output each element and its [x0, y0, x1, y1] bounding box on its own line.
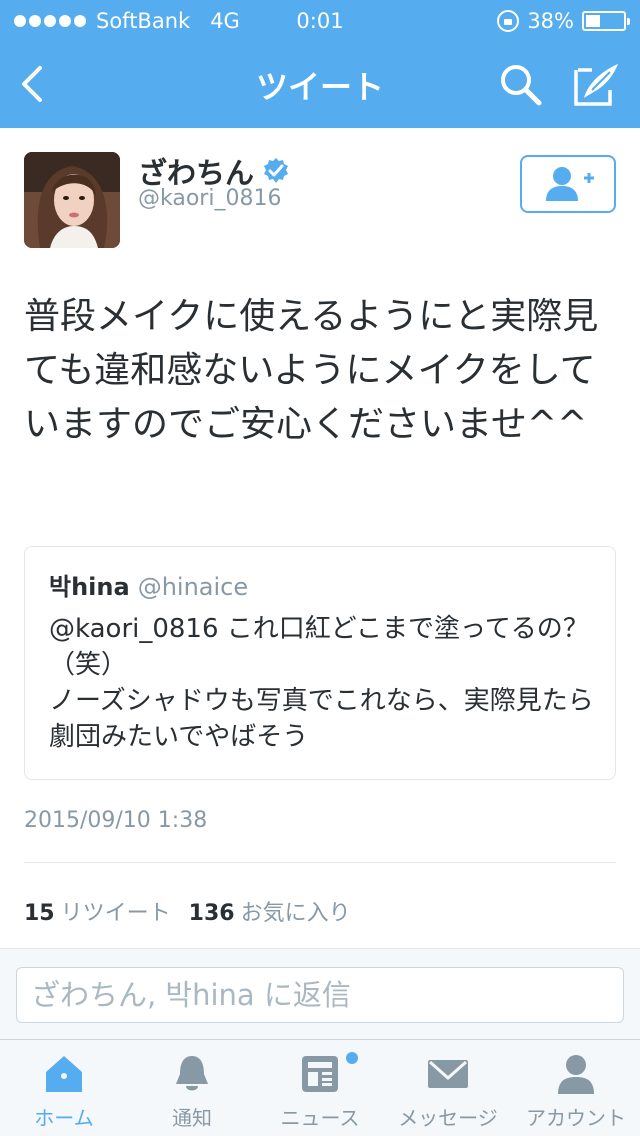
tab-account[interactable]: アカウント — [512, 1040, 640, 1136]
nav-bar: ツイート — [0, 42, 640, 128]
new-content-dot — [346, 1052, 358, 1064]
favorite-count: 136 — [188, 901, 235, 926]
favorite-stat[interactable]: 136 お気に入り — [189, 895, 351, 927]
battery-percentage: 38% — [527, 9, 574, 33]
verified-badge-icon — [264, 158, 289, 183]
avatar[interactable] — [24, 152, 120, 248]
home-icon — [46, 1056, 82, 1092]
reply-area — [0, 949, 640, 1039]
user-handle[interactable]: @kaori_0816 — [138, 186, 281, 211]
follow-button[interactable] — [520, 155, 616, 213]
top-bar: SoftBank 4G 0:01 38% ツイート — [0, 0, 640, 128]
news-icon — [302, 1056, 338, 1092]
add-user-icon — [546, 167, 594, 201]
retweet-count: 15 — [24, 901, 55, 926]
tweet-stats: 15 リツイート 136 お気に入り — [24, 895, 351, 927]
quote-author-name: 박hina — [49, 573, 130, 601]
retweet-label: リツイート — [60, 901, 171, 926]
tab-home[interactable]: ホーム — [0, 1040, 128, 1136]
status-right: 38% — [497, 9, 630, 33]
compose-icon[interactable] — [570, 60, 624, 110]
search-icon[interactable] — [496, 60, 546, 110]
status-bar: SoftBank 4G 0:01 38% — [0, 0, 640, 42]
tab-label: ニュース — [280, 1106, 360, 1130]
battery-icon — [582, 11, 630, 31]
tab-news[interactable]: ニュース — [256, 1040, 384, 1136]
reply-input[interactable] — [16, 967, 624, 1023]
tab-messages[interactable]: メッセージ — [384, 1040, 512, 1136]
quote-text: @kaori_0816 これ口紅どこまで塗ってるの？（笑） ノーズシャドウも写真… — [49, 614, 594, 752]
tab-notifications[interactable]: 通知 — [128, 1040, 256, 1136]
quoted-tweet[interactable]: 박hina @hinaice @kaori_0816 これ口紅どこまで塗ってるの？… — [24, 546, 616, 780]
tab-label: 通知 — [172, 1106, 212, 1130]
retweet-stat[interactable]: 15 リツイート — [24, 895, 171, 927]
tweet-text: 普段メイクに使えるようにと実際見ても違和感ないようにメイクをしていますのでご安心… — [24, 296, 599, 445]
quote-author-handle: @hinaice — [137, 573, 249, 601]
tweet-timestamp: 2015/09/10 1:38 — [24, 808, 208, 833]
rotation-lock-icon — [497, 10, 520, 32]
person-icon — [558, 1055, 594, 1094]
tab-label: メッセージ — [398, 1106, 498, 1130]
tab-label: ホーム — [34, 1106, 94, 1130]
favorite-label: お気に入り — [240, 901, 351, 926]
bell-icon — [176, 1056, 208, 1091]
tab-label: アカウント — [526, 1106, 626, 1130]
divider — [24, 862, 616, 863]
tab-bar: ホーム 通知 ニュース メッセージ アカウント — [0, 1039, 640, 1136]
mail-icon — [428, 1060, 468, 1088]
quote-header: 박hina @hinaice — [49, 567, 248, 602]
